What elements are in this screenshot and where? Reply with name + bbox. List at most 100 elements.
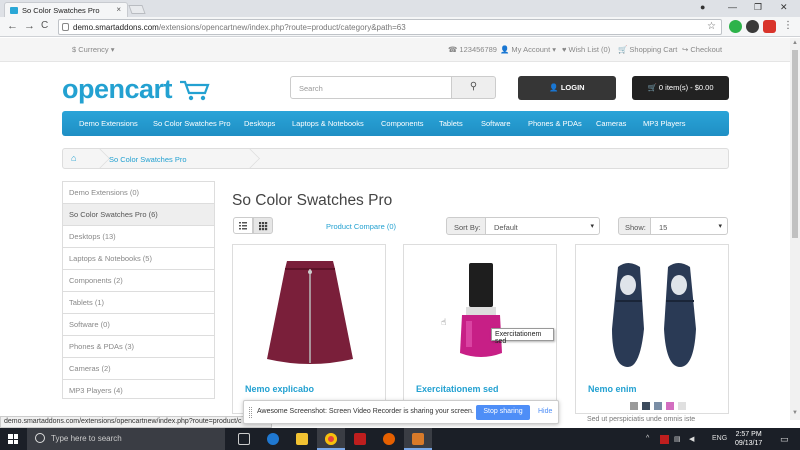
phone-link[interactable]: ☎ 123456789 (448, 45, 497, 54)
sidebar-item-components[interactable]: Components (2) (63, 270, 214, 292)
minimize-button[interactable]: — (728, 2, 737, 12)
grid-view-button[interactable] (253, 217, 273, 234)
sidebar-item-laptops-notebooks[interactable]: Laptops & Notebooks (5) (63, 248, 214, 270)
extension-icon-3[interactable] (763, 20, 776, 33)
app-icon (412, 433, 424, 445)
clock-date: 09/13/17 (735, 440, 763, 447)
screen-share-bar: Awesome Screenshot: Screen Video Recorde… (243, 400, 559, 424)
new-tab-button[interactable] (128, 5, 146, 14)
notification-icon[interactable]: ▭ (780, 434, 789, 445)
sidebar-item-tablets[interactable]: Tablets (1) (63, 292, 214, 314)
sidebar-item-software[interactable]: Software (0) (63, 314, 214, 336)
wishlist-link[interactable]: ♥ Wish List (0) (562, 45, 610, 54)
sidebar-item-desktops[interactable]: Desktops (13) (63, 226, 214, 248)
taskbar-chrome[interactable] (317, 428, 345, 450)
tooltip: Exercitationem sed (491, 328, 554, 345)
windows-start-icon[interactable] (8, 434, 18, 444)
network-icon[interactable]: ▤ (674, 435, 681, 443)
color-swatch[interactable] (642, 402, 650, 410)
extension-icon-2[interactable] (746, 20, 759, 33)
color-swatch[interactable] (678, 402, 686, 410)
show-label: Show: (618, 217, 651, 235)
task-view-button[interactable] (230, 428, 258, 450)
extension-icon-1[interactable] (729, 20, 742, 33)
tab-close-icon[interactable]: × (116, 5, 121, 14)
taskbar-search-input[interactable]: Type here to search (27, 428, 225, 450)
taskbar-filezilla[interactable] (346, 428, 374, 450)
clock[interactable]: 2:57 PM 09/13/17 (735, 430, 762, 448)
menu-item-desktops[interactable]: Desktops (244, 119, 275, 128)
menu-item-mp3-players[interactable]: MP3 Players (643, 119, 686, 128)
breadcrumb-current[interactable]: So Color Swatches Pro (109, 155, 187, 164)
sort-by-select[interactable]: Default ▾ (485, 217, 600, 235)
my-account-link[interactable]: 👤 My Account ▾ (500, 45, 556, 54)
sidebar-item-so-color-swatches-pro[interactable]: So Color Swatches Pro (6) (63, 204, 214, 226)
windows-taskbar: Type here to search ^ ▤ ◀ ENG 2:57 PM 09… (0, 428, 800, 450)
menu-item-tablets[interactable]: Tablets (439, 119, 463, 128)
browser-tab[interactable]: So Color Swatches Pro × (4, 2, 128, 17)
back-button[interactable]: ← (7, 20, 18, 32)
list-view-button[interactable] (233, 217, 253, 234)
menu-dots-icon[interactable]: ⋮ (783, 20, 793, 31)
taskbar-edge[interactable] (259, 428, 287, 450)
menu-item-so-color-swatches-pro[interactable]: So Color Swatches Pro (153, 119, 231, 128)
product-compare-link[interactable]: Product Compare (0) (326, 222, 396, 231)
tray-filezilla-icon[interactable] (660, 435, 669, 444)
profile-icon[interactable]: ● (700, 2, 705, 12)
product-image[interactable] (606, 259, 702, 371)
hide-link[interactable]: Hide (538, 408, 552, 415)
product-name[interactable]: Exercitationem sed (416, 384, 499, 394)
product-name[interactable]: Nemo explicabo (245, 384, 314, 394)
scroll-up-icon[interactable]: ▲ (792, 40, 798, 46)
home-icon[interactable]: ⌂ (71, 153, 81, 163)
color-swatch[interactable] (630, 402, 638, 410)
tray-up-icon[interactable]: ^ (646, 435, 649, 442)
menu-item-cameras[interactable]: Cameras (596, 119, 626, 128)
cart-button[interactable]: 🛒 0 item(s) - $0.00 (632, 76, 729, 100)
forward-button[interactable]: → (24, 20, 35, 32)
menu-item-components[interactable]: Components (381, 119, 424, 128)
taskbar-explorer[interactable] (288, 428, 316, 450)
login-button[interactable]: 👤 LOGIN (518, 76, 616, 100)
search-button[interactable]: ⚲ (451, 76, 496, 99)
language-indicator[interactable]: ENG (712, 435, 727, 442)
product-name[interactable]: Nemo enim (588, 384, 637, 394)
shopping-cart-link[interactable]: 🛒 Shopping Cart (618, 45, 677, 54)
bookmark-star-icon[interactable]: ☆ (707, 21, 716, 32)
chrome-icon (325, 433, 337, 445)
maximize-button[interactable]: ❐ (754, 2, 762, 13)
menu-item-phones-pdas[interactable]: Phones & PDAs (528, 119, 582, 128)
close-window-button[interactable]: ✕ (780, 2, 788, 13)
taskbar-app[interactable] (404, 428, 432, 450)
scroll-down-icon[interactable]: ▼ (792, 410, 798, 416)
sidebar-item-mp3-players[interactable]: MP3 Players (4) (63, 380, 214, 402)
sidebar-item-demo-extensions[interactable]: Demo Extensions (0) (63, 182, 214, 204)
taskbar-firefox[interactable] (375, 428, 403, 450)
menu-item-software[interactable]: Software (481, 119, 511, 128)
product-image[interactable] (452, 261, 510, 363)
volume-icon[interactable]: ◀ (689, 435, 694, 443)
color-swatch[interactable] (654, 402, 662, 410)
product-image[interactable] (257, 259, 363, 369)
menu-item-laptops-notebooks[interactable]: Laptops & Notebooks (292, 119, 364, 128)
reload-button[interactable]: C (41, 20, 48, 31)
sidebar-item-cameras[interactable]: Cameras (2) (63, 358, 214, 380)
color-swatch[interactable] (666, 402, 674, 410)
info-icon[interactable] (62, 23, 69, 31)
stop-sharing-button[interactable]: Stop sharing (476, 405, 530, 420)
scrollbar-thumb[interactable] (792, 50, 798, 238)
page-title: So Color Swatches Pro (232, 192, 393, 209)
drag-handle-icon[interactable] (249, 407, 252, 418)
currency-dropdown[interactable]: $ Currency ▾ (72, 45, 115, 54)
menu-item-demo-extensions[interactable]: Demo Extensions (79, 119, 138, 128)
clock-time: 2:57 PM (735, 431, 762, 438)
page-scrollbar[interactable]: ▲ ▼ (790, 38, 800, 420)
search-input[interactable]: Search (290, 76, 452, 99)
checkout-link[interactable]: ↪ Checkout (682, 45, 722, 54)
chevron-down-icon: ▾ (718, 223, 722, 230)
show-select[interactable]: 15 ▾ (650, 217, 728, 235)
cortana-icon (35, 433, 45, 443)
url-input[interactable]: demo.smartaddons.com/extensions/opencart… (58, 19, 722, 35)
store-logo[interactable]: opencart (62, 74, 173, 105)
sidebar-item-phones-pdas[interactable]: Phones & PDAs (3) (63, 336, 214, 358)
